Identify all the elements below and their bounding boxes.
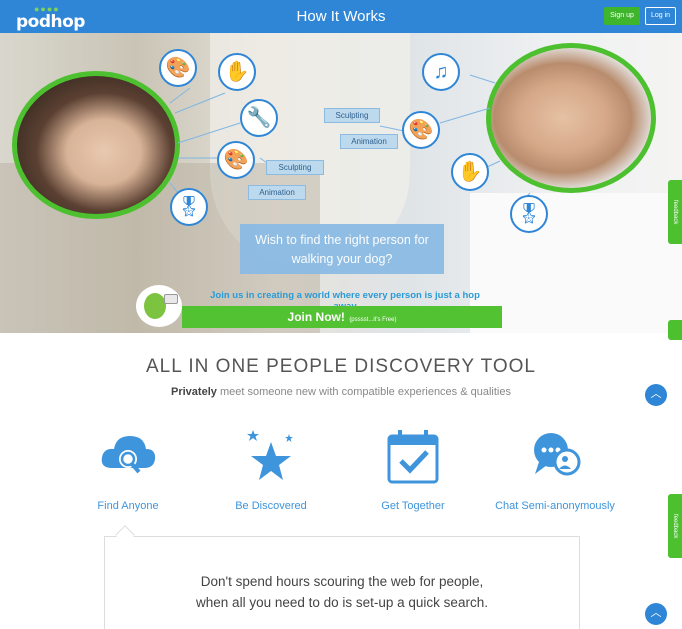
skill-tag: Animation — [340, 134, 398, 149]
feature-find-anyone[interactable]: Find Anyone — [53, 428, 203, 512]
feedback-tab-edge — [668, 320, 682, 340]
join-now-sublabel: (psssst...it's Free) — [349, 317, 397, 323]
chevron-up-icon: ︿ — [650, 607, 662, 619]
feature-label: Be Discovered — [235, 500, 307, 512]
palette-icon: 🎨 — [217, 141, 255, 179]
ribbon-icon: 🎖 — [170, 188, 208, 226]
description-line-1: Don't spend hours scouring the web for p… — [200, 574, 484, 589]
page-title: How It Works — [296, 8, 386, 25]
cloud-search-icon — [53, 428, 203, 488]
signup-button[interactable]: Sign up — [604, 7, 640, 25]
tools-icon: 🔧 — [240, 99, 278, 137]
hero-question: Wish to find the right person for walkin… — [240, 224, 444, 274]
scroll-up-button[interactable]: ︿ — [645, 384, 667, 406]
skill-tag: Animation — [248, 185, 306, 200]
feature-label: Get Together — [381, 500, 445, 512]
top-nav-bar: ●●●● podhop How It Works Sign up Log in — [0, 0, 682, 33]
join-now-label: Join Now! — [287, 310, 345, 324]
chat-bubbles-icon — [480, 428, 630, 488]
feature-label: Chat Semi-anonymously — [495, 500, 615, 512]
hand-icon: ✋ — [218, 53, 256, 91]
feature-label: Find Anyone — [97, 500, 159, 512]
palette-icon: 🎨 — [402, 111, 440, 149]
join-now-button[interactable]: Join Now! (psssst...it's Free) — [182, 306, 502, 328]
palette-icon: 🎨 — [159, 49, 197, 87]
feature-chat-semi-anonymously[interactable]: Chat Semi-anonymously — [480, 428, 630, 512]
feedback-tab[interactable]: feedback — [668, 180, 682, 244]
feature-be-discovered[interactable]: Be Discovered — [196, 428, 346, 512]
skill-tag: Sculpting — [266, 160, 324, 175]
feedback-tab[interactable]: feedback — [668, 494, 682, 558]
subtitle-rest: meet someone new with compatible experie… — [219, 386, 511, 398]
calendar-check-icon — [338, 428, 488, 488]
feature-get-together[interactable]: Get Together — [338, 428, 488, 512]
login-button[interactable]: Log in — [645, 7, 676, 25]
page: ●●●● podhop How It Works Sign up Log in — [0, 0, 682, 629]
subtitle-bold: Privately — [171, 386, 217, 398]
section-subtitle: Privately meet someone new with compatib… — [0, 386, 682, 398]
music-icon: ♫ — [422, 53, 460, 91]
ribbon-icon: 🎖 — [510, 195, 548, 233]
connection-lines — [169, 74, 531, 199]
star-icon — [196, 428, 346, 488]
hero-banner: 🎨 ✋ 🔧 🎨 🎖 ♫ 🎨 ✋ 🎖 Sculpting Animation Sc… — [0, 33, 682, 333]
section-title: ALL IN ONE PEOPLE DISCOVERY TOOL — [146, 356, 536, 377]
feature-description-text: Don't spend hours scouring the web for p… — [104, 571, 580, 613]
skill-tag: Sculpting — [324, 108, 380, 123]
description-line-2: when all you need to do is set-up a quic… — [196, 595, 488, 610]
hand-icon: ✋ — [451, 153, 489, 191]
mascot-icon — [136, 285, 182, 327]
scroll-up-button[interactable]: ︿ — [645, 603, 667, 625]
chevron-up-icon: ︿ — [650, 388, 662, 400]
